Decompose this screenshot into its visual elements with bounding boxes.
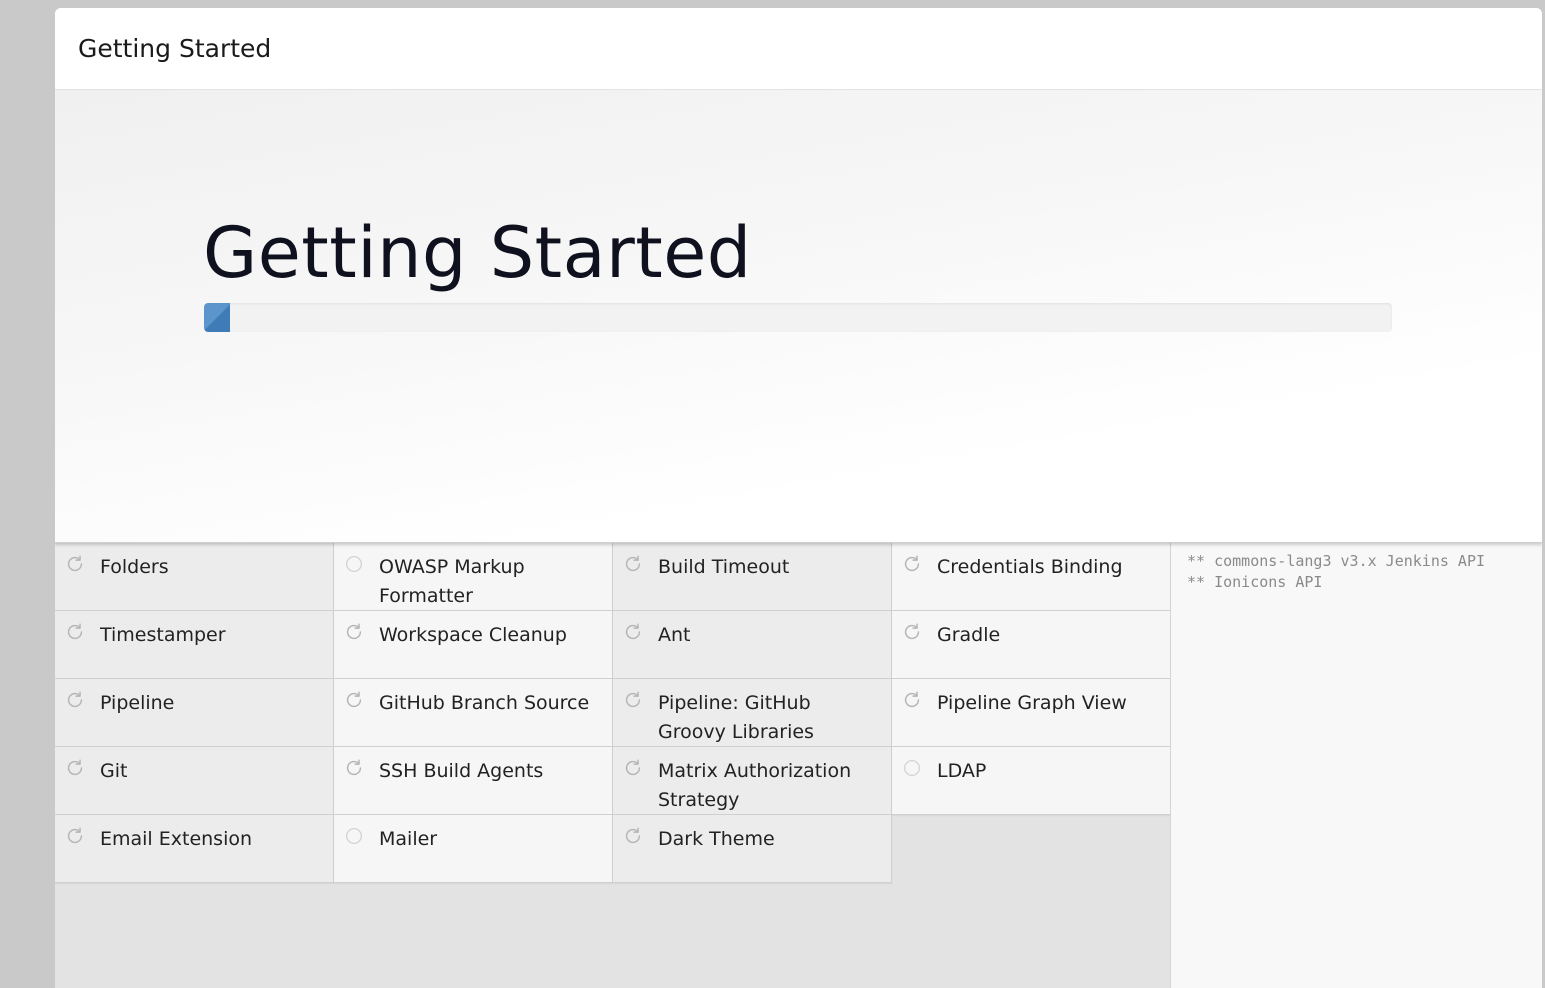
plugin-name: Timestamper bbox=[100, 624, 226, 646]
plugin-name: Mailer bbox=[379, 828, 438, 850]
plugin-tile: Mailer bbox=[334, 815, 613, 883]
refresh-icon bbox=[622, 689, 644, 711]
plugin-grid: Folders OWASP Markup Formatter Build Timeo… bbox=[55, 543, 1171, 988]
circle-icon bbox=[901, 757, 923, 779]
refresh-icon bbox=[622, 553, 644, 575]
refresh-icon bbox=[343, 689, 365, 711]
setup-dialog: Getting Started Getting Started Folders O… bbox=[55, 8, 1542, 988]
refresh-icon bbox=[901, 553, 923, 575]
plugin-tile: OWASP Markup Formatter bbox=[334, 543, 613, 611]
refresh-icon bbox=[64, 621, 86, 643]
hero-title: Getting Started bbox=[203, 212, 752, 294]
plugin-name: Email Extension bbox=[100, 828, 253, 850]
plugin-name: Ant bbox=[658, 624, 691, 646]
plugin-tile: SSH Build Agents bbox=[334, 747, 613, 815]
plugin-tile: Email Extension bbox=[55, 815, 334, 883]
plugin-name: SSH Build Agents bbox=[379, 760, 544, 782]
plugin-tile: Pipeline bbox=[55, 679, 334, 747]
refresh-icon bbox=[64, 689, 86, 711]
plugin-name: Matrix Authorization Strategy bbox=[658, 760, 852, 811]
plugin-name: Dark Theme bbox=[658, 828, 775, 850]
plugin-tile: Folders bbox=[55, 543, 334, 611]
refresh-icon bbox=[901, 689, 923, 711]
refresh-icon bbox=[343, 621, 365, 643]
plugin-name: Pipeline bbox=[100, 692, 175, 714]
refresh-icon bbox=[622, 825, 644, 847]
plugin-name: Gradle bbox=[937, 624, 1001, 646]
plugin-tile: Dark Theme bbox=[613, 815, 892, 883]
plugin-tile: Git bbox=[55, 747, 334, 815]
log-line: ** commons-lang3 v3.x Jenkins API bbox=[1187, 552, 1486, 570]
plugin-tile: Gradle bbox=[892, 611, 1171, 679]
install-panel: Folders OWASP Markup Formatter Build Timeo… bbox=[55, 543, 1542, 988]
install-log: ** commons-lang3 v3.x Jenkins API ** Ioni… bbox=[1170, 543, 1542, 988]
plugin-name: Folders bbox=[100, 556, 169, 578]
refresh-icon bbox=[64, 825, 86, 847]
refresh-icon bbox=[622, 621, 644, 643]
plugin-tile: Build Timeout bbox=[613, 543, 892, 611]
plugin-tile: LDAP bbox=[892, 747, 1171, 815]
progress-fill bbox=[204, 303, 231, 332]
plugin-name: Git bbox=[100, 760, 128, 782]
refresh-icon bbox=[622, 757, 644, 779]
refresh-icon bbox=[901, 621, 923, 643]
hero-panel: Getting Started bbox=[55, 90, 1542, 543]
plugin-name: OWASP Markup Formatter bbox=[379, 556, 525, 607]
plugin-name: Build Timeout bbox=[658, 556, 790, 578]
plugin-tile: Matrix Authorization Strategy bbox=[613, 747, 892, 815]
plugin-name: Pipeline Graph View bbox=[937, 692, 1127, 714]
plugin-tile: Timestamper bbox=[55, 611, 334, 679]
refresh-icon bbox=[64, 553, 86, 575]
plugin-tile: Ant bbox=[613, 611, 892, 679]
dialog-header: Getting Started bbox=[55, 8, 1542, 90]
refresh-icon bbox=[343, 757, 365, 779]
plugin-name: GitHub Branch Source bbox=[379, 692, 590, 714]
plugin-tile: Workspace Cleanup bbox=[334, 611, 613, 679]
log-line: ** Ionicons API bbox=[1187, 573, 1323, 591]
plugin-name: Workspace Cleanup bbox=[379, 624, 567, 646]
plugin-tile: Pipeline: GitHub Groovy Libraries bbox=[613, 679, 892, 747]
circle-icon bbox=[343, 553, 365, 575]
plugin-name: Pipeline: GitHub Groovy Libraries bbox=[658, 692, 814, 743]
plugin-name: LDAP bbox=[937, 760, 987, 782]
circle-icon bbox=[343, 825, 365, 847]
plugin-name: Credentials Binding bbox=[937, 556, 1123, 578]
dialog-title: Getting Started bbox=[78, 34, 272, 63]
plugin-tile: Pipeline Graph View bbox=[892, 679, 1171, 747]
plugin-tile: Credentials Binding bbox=[892, 543, 1171, 611]
progress-bar bbox=[204, 303, 1392, 332]
refresh-icon bbox=[64, 757, 86, 779]
plugin-tile: GitHub Branch Source bbox=[334, 679, 613, 747]
